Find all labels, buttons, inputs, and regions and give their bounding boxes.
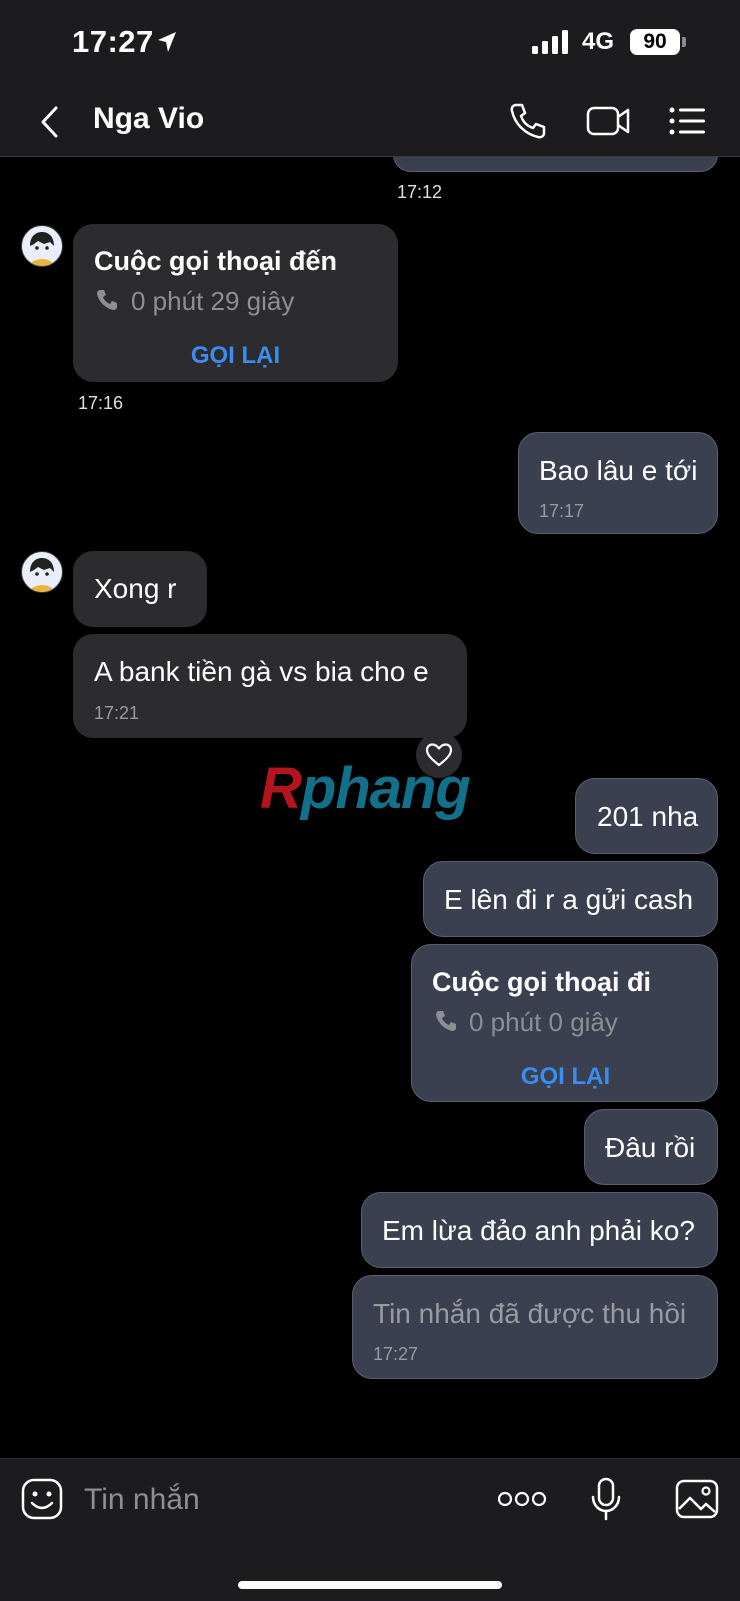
phone-incoming-icon: [97, 290, 117, 310]
message-timestamp: 17:16: [78, 393, 124, 413]
signal-icon: [532, 30, 568, 54]
sticker-emoji-icon[interactable]: [20, 1477, 64, 1521]
call-duration: 0 phút 0 giây: [469, 1007, 618, 1037]
watermark-logo: Rphang: [260, 755, 471, 822]
watermark-text: phang: [300, 756, 471, 821]
menu-list-icon[interactable]: [668, 101, 708, 141]
message-text: Bao lâu e tới: [539, 455, 698, 486]
message-text: 201 nha: [597, 801, 699, 832]
avatar-face-icon: [30, 232, 54, 266]
recalled-message[interactable]: Tin nhắn đã được thu hồi 17:27: [352, 1275, 718, 1379]
outgoing-message[interactable]: Em lừa đảo anh phải ko?: [361, 1192, 718, 1268]
location-arrow-icon: [158, 32, 176, 52]
network-type: 4G: [582, 28, 615, 55]
message-time: 17:27: [373, 1344, 419, 1364]
contact-avatar[interactable]: [21, 551, 63, 593]
more-options-icon[interactable]: [498, 1489, 546, 1509]
outgoing-message[interactable]: Bao lâu e tới 17:17: [518, 432, 718, 534]
message-text: E lên đi r a gửi cash: [444, 884, 694, 915]
phone-call-icon[interactable]: [508, 101, 548, 141]
outgoing-message[interactable]: E lên đi r a gửi cash: [423, 861, 718, 937]
message-text: Tin nhắn đã được thu hồi: [373, 1298, 687, 1329]
incoming-message[interactable]: A bank tiền gà vs bia cho e 17:21: [73, 634, 467, 738]
incoming-call-card[interactable]: Cuộc gọi thoại đến 0 phút 29 giây GỌI LẠ…: [73, 224, 398, 382]
outgoing-call-card[interactable]: Cuộc gọi thoại đi 0 phút 0 giây GỌI LẠI: [411, 944, 718, 1102]
call-back-button[interactable]: GỌI LẠI: [73, 342, 398, 370]
call-back-button[interactable]: GỌI LẠI: [412, 1063, 719, 1091]
message-text: Xong r: [94, 573, 177, 604]
message-time: 17:17: [539, 501, 585, 521]
message-time: 17:21: [94, 703, 140, 723]
message-bubble-partial[interactable]: [393, 157, 718, 172]
message-text: Đâu rồi: [605, 1132, 696, 1163]
message-input[interactable]: [82, 1479, 466, 1521]
message-list[interactable]: 17:12 Cuộc gọi thoại đến 0 phút 29 giây …: [0, 157, 740, 1457]
message-text: A bank tiền gà vs bia cho e: [94, 656, 429, 687]
video-call-icon[interactable]: [585, 101, 631, 141]
image-gallery-icon[interactable]: [675, 1479, 719, 1519]
contact-avatar[interactable]: [21, 225, 63, 267]
phone-outgoing-icon: [436, 1011, 456, 1031]
call-title: Cuộc gọi thoại đi: [432, 967, 651, 997]
outgoing-message[interactable]: 201 nha: [575, 778, 718, 854]
message-input-bar: [0, 1458, 740, 1601]
battery-indicator: 90: [630, 29, 680, 55]
call-title: Cuộc gọi thoại đến: [94, 246, 337, 276]
incoming-message[interactable]: Xong r: [73, 551, 207, 627]
home-indicator: [238, 1581, 502, 1589]
status-bar: 17:27 4G 90: [0, 0, 740, 86]
watermark-r: R: [260, 756, 302, 821]
status-time: 17:27: [72, 24, 154, 59]
contact-name[interactable]: Nga Vio: [93, 102, 204, 136]
message-text: Em lừa đảo anh phải ko?: [382, 1215, 695, 1246]
message-timestamp: 17:12: [397, 182, 443, 202]
microphone-icon[interactable]: [590, 1477, 622, 1521]
avatar-face-icon: [30, 558, 54, 592]
chat-header: Nga Vio: [0, 86, 740, 157]
back-chevron-icon[interactable]: [38, 104, 62, 140]
outgoing-message[interactable]: Đâu rồi: [584, 1109, 718, 1185]
call-duration: 0 phút 29 giây: [131, 286, 295, 316]
battery-tip: [682, 37, 686, 47]
